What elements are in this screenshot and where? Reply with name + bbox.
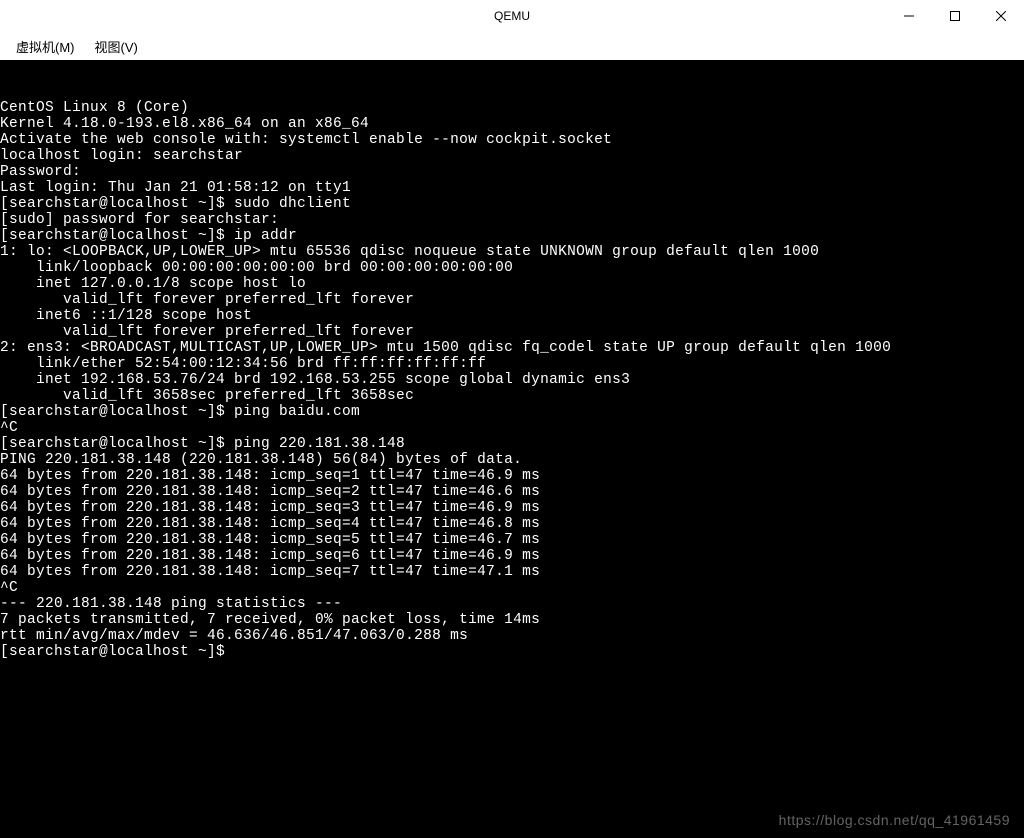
- terminal-line: --- 220.181.38.148 ping statistics ---: [0, 596, 1024, 612]
- terminal-line: 64 bytes from 220.181.38.148: icmp_seq=5…: [0, 532, 1024, 548]
- terminal-line: PING 220.181.38.148 (220.181.38.148) 56(…: [0, 452, 1024, 468]
- terminal-line: valid_lft forever preferred_lft forever: [0, 292, 1024, 308]
- terminal-line: 64 bytes from 220.181.38.148: icmp_seq=1…: [0, 468, 1024, 484]
- terminal-line: inet 127.0.0.1/8 scope host lo: [0, 276, 1024, 292]
- close-icon: [996, 11, 1006, 21]
- close-button[interactable]: [978, 0, 1024, 32]
- terminal-line: [searchstar@localhost ~]$ sudo dhclient: [0, 196, 1024, 212]
- terminal-line: 64 bytes from 220.181.38.148: icmp_seq=7…: [0, 564, 1024, 580]
- terminal-screen[interactable]: CentOS Linux 8 (Core)Kernel 4.18.0-193.e…: [0, 60, 1024, 838]
- watermark-text: https://blog.csdn.net/qq_41961459: [779, 812, 1010, 828]
- terminal-line: valid_lft forever preferred_lft forever: [0, 324, 1024, 340]
- terminal-line: ^C: [0, 580, 1024, 596]
- terminal-line: 1: lo: <LOOPBACK,UP,LOWER_UP> mtu 65536 …: [0, 244, 1024, 260]
- terminal-line: localhost login: searchstar: [0, 148, 1024, 164]
- terminal-line: [searchstar@localhost ~]$ ping baidu.com: [0, 404, 1024, 420]
- terminal-line: CentOS Linux 8 (Core): [0, 100, 1024, 116]
- minimize-button[interactable]: [886, 0, 932, 32]
- terminal-line: link/loopback 00:00:00:00:00:00 brd 00:0…: [0, 260, 1024, 276]
- terminal-line: 64 bytes from 220.181.38.148: icmp_seq=3…: [0, 500, 1024, 516]
- terminal-line: ^C: [0, 420, 1024, 436]
- terminal-line: valid_lft 3658sec preferred_lft 3658sec: [0, 388, 1024, 404]
- window-title: QEMU: [494, 9, 530, 23]
- menubar: 虚拟机(M) 视图(V): [0, 32, 1024, 60]
- menu-vm[interactable]: 虚拟机(M): [14, 33, 77, 60]
- maximize-icon: [950, 11, 960, 21]
- terminal-line: 7 packets transmitted, 7 received, 0% pa…: [0, 612, 1024, 628]
- terminal-line: Last login: Thu Jan 21 01:58:12 on tty1: [0, 180, 1024, 196]
- terminal-line: Kernel 4.18.0-193.el8.x86_64 on an x86_6…: [0, 116, 1024, 132]
- terminal-line: Activate the web console with: systemctl…: [0, 132, 1024, 148]
- terminal-line: [searchstar@localhost ~]$: [0, 644, 1024, 660]
- terminal-line: Password:: [0, 164, 1024, 180]
- terminal-line: inet 192.168.53.76/24 brd 192.168.53.255…: [0, 372, 1024, 388]
- window-titlebar: QEMU: [0, 0, 1024, 32]
- terminal-line: [searchstar@localhost ~]$ ping 220.181.3…: [0, 436, 1024, 452]
- menu-view[interactable]: 视图(V): [93, 33, 140, 60]
- terminal-line: [sudo] password for searchstar:: [0, 212, 1024, 228]
- terminal-line: inet6 ::1/128 scope host: [0, 308, 1024, 324]
- terminal-line: 2: ens3: <BROADCAST,MULTICAST,UP,LOWER_U…: [0, 340, 1024, 356]
- terminal-line: 64 bytes from 220.181.38.148: icmp_seq=4…: [0, 516, 1024, 532]
- terminal-line: rtt min/avg/max/mdev = 46.636/46.851/47.…: [0, 628, 1024, 644]
- terminal-line: link/ether 52:54:00:12:34:56 brd ff:ff:f…: [0, 356, 1024, 372]
- minimize-icon: [904, 11, 914, 21]
- maximize-button[interactable]: [932, 0, 978, 32]
- window-controls: [886, 0, 1024, 32]
- terminal-line: [searchstar@localhost ~]$ ip addr: [0, 228, 1024, 244]
- terminal-line: 64 bytes from 220.181.38.148: icmp_seq=2…: [0, 484, 1024, 500]
- terminal-line: 64 bytes from 220.181.38.148: icmp_seq=6…: [0, 548, 1024, 564]
